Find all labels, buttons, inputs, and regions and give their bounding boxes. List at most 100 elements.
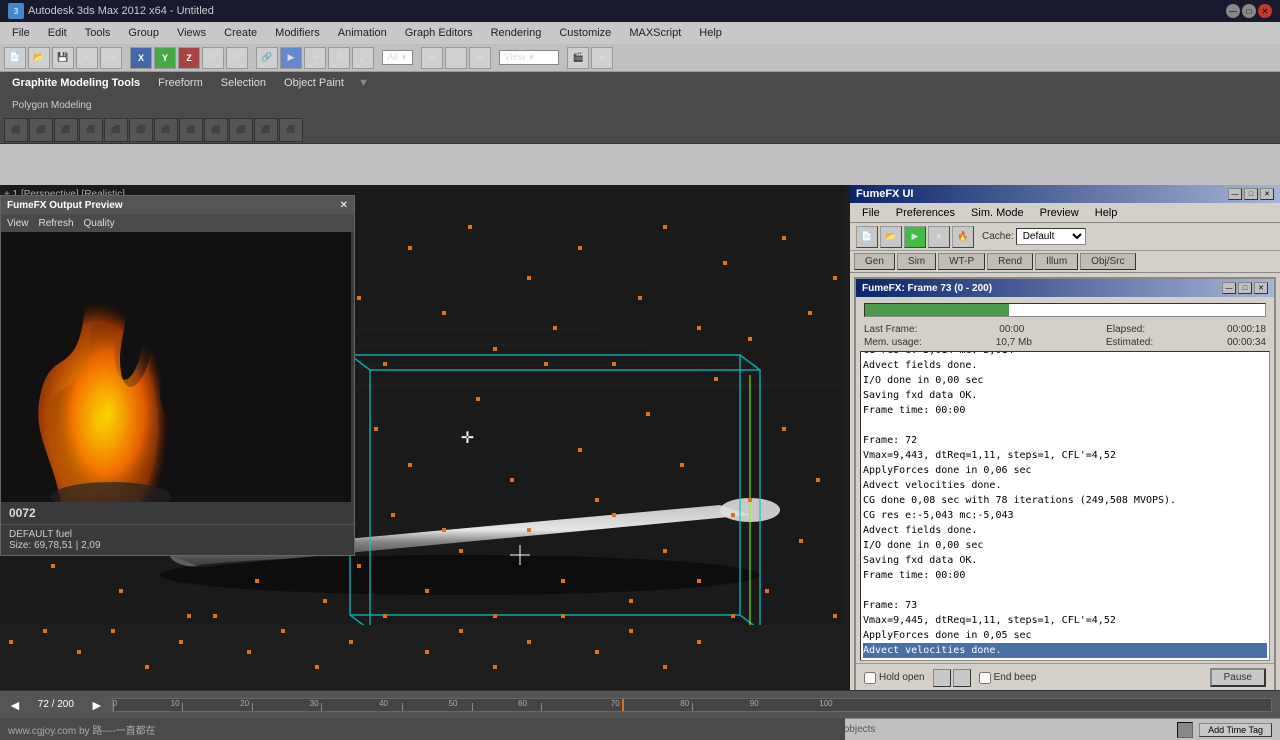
filter-dropdown[interactable]: All▼ — [382, 50, 413, 65]
tool-icon-2[interactable]: ⬛ — [29, 118, 53, 142]
menu-create[interactable]: Create — [216, 25, 265, 41]
tool-icon-12[interactable]: ⬛ — [279, 118, 303, 142]
tool-icon-3[interactable]: ⬛ — [54, 118, 78, 142]
fumefx-menu-file[interactable]: File — [854, 205, 888, 221]
render-btn[interactable]: 🎬 — [567, 47, 589, 69]
viewport-area[interactable]: + 1 [Perspective] [Realistic] — [0, 185, 850, 690]
frame-win-minimize[interactable]: — — [1222, 282, 1236, 294]
axis-xz[interactable]: XZ — [226, 47, 248, 69]
tool-icon-10[interactable]: ⬛ — [229, 118, 253, 142]
menu-rendering[interactable]: Rendering — [483, 25, 550, 41]
rotate-btn[interactable]: ↺ — [328, 47, 350, 69]
timeline-track[interactable]: 0 10 20 30 40 50 60 70 80 90 100 — [112, 698, 1272, 712]
menu-maxscript[interactable]: MAXScript — [621, 25, 689, 41]
mirror-btn[interactable]: ⫰ — [445, 47, 467, 69]
particle — [663, 225, 667, 229]
tool-icon-8[interactable]: ⬛ — [179, 118, 203, 142]
log-line: Advect velocities done. — [863, 478, 1267, 493]
end-beep-label[interactable]: End beep — [979, 672, 1037, 684]
fumefx-tb-new[interactable]: 📄 — [856, 226, 878, 248]
material-btn[interactable]: ◈ — [591, 47, 613, 69]
preview-menu-refresh[interactable]: Refresh — [39, 218, 74, 229]
menu-modifiers[interactable]: Modifiers — [267, 25, 328, 41]
menu-tools[interactable]: Tools — [77, 25, 119, 41]
tab-gen[interactable]: Gen — [854, 253, 895, 270]
redo-btn[interactable]: ↪ — [100, 47, 122, 69]
end-beep-checkbox[interactable] — [979, 672, 991, 684]
menu-graph-editors[interactable]: Graph Editors — [397, 25, 481, 41]
frame-win-maximize[interactable]: □ — [1238, 282, 1252, 294]
fumefx-menu-sim[interactable]: Sim. Mode — [963, 205, 1032, 221]
link-btn[interactable]: 🔗 — [256, 47, 278, 69]
particle — [425, 650, 429, 654]
hold-open-icons — [933, 669, 971, 687]
particle — [187, 614, 191, 618]
menu-animation[interactable]: Animation — [330, 25, 395, 41]
maximize-button[interactable]: □ — [1242, 4, 1256, 18]
hold-open-label[interactable]: Hold open — [864, 672, 925, 684]
minimize-button[interactable]: — — [1226, 4, 1240, 18]
fumefx-close[interactable]: ✕ — [1260, 188, 1274, 200]
tool-icon-5[interactable]: ⬛ — [104, 118, 128, 142]
log-area[interactable]: ApplyForces done in 0,05 secAdvect veloc… — [860, 351, 1270, 661]
tool-icon-6[interactable]: ⬛ — [129, 118, 153, 142]
timeline-prev-btn[interactable]: ◄ — [4, 697, 26, 713]
axis-y[interactable]: Y — [154, 47, 176, 69]
frame-win-close[interactable]: ✕ — [1254, 282, 1268, 294]
preview-menu-view[interactable]: View — [7, 218, 29, 229]
tab-objsrc[interactable]: Obj/Src — [1080, 253, 1135, 270]
tab-wtp[interactable]: WT-P — [938, 253, 985, 270]
save-btn[interactable]: 💾 — [52, 47, 74, 69]
menu-edit[interactable]: Edit — [40, 25, 75, 41]
fumefx-menu-help[interactable]: Help — [1087, 205, 1126, 221]
graphite-freeform[interactable]: Freeform — [150, 75, 211, 91]
preview-menu-quality[interactable]: Quality — [84, 218, 115, 229]
undo-btn[interactable]: ↩ — [76, 47, 98, 69]
timeline-next-btn[interactable]: ► — [86, 697, 108, 713]
tab-sim[interactable]: Sim — [897, 253, 936, 270]
new-btn[interactable]: 📄 — [4, 47, 26, 69]
fumefx-maximize[interactable]: □ — [1244, 188, 1258, 200]
fumefx-minimize[interactable]: — — [1228, 188, 1242, 200]
tool-icon-11[interactable]: ⬛ — [254, 118, 278, 142]
menu-help[interactable]: Help — [691, 25, 730, 41]
move-btn[interactable]: ✛ — [304, 47, 326, 69]
tab-illum[interactable]: Illum — [1035, 253, 1078, 270]
preview-close-btn[interactable]: ✕ — [340, 200, 348, 211]
menu-group[interactable]: Group — [120, 25, 167, 41]
fumefx-tb-open[interactable]: 📂 — [880, 226, 902, 248]
snap-btn[interactable]: ⊞ — [421, 47, 443, 69]
fumefx-menu-prefs[interactable]: Preferences — [888, 205, 963, 221]
fumefx-tb-play[interactable]: ▶ — [904, 226, 926, 248]
align-btn[interactable]: ⊟ — [469, 47, 491, 69]
cache-dropdown[interactable]: Default — [1016, 228, 1086, 245]
axis-z[interactable]: Z — [178, 47, 200, 69]
view-dropdown[interactable]: View▼ — [499, 50, 559, 65]
tool-icon-4[interactable]: ⬛ — [79, 118, 103, 142]
tool-icon-7[interactable]: ⬛ — [154, 118, 178, 142]
hold-open-checkbox[interactable] — [864, 672, 876, 684]
pause-button[interactable]: Pause — [1210, 668, 1266, 687]
menu-file[interactable]: File — [4, 25, 38, 41]
menu-views[interactable]: Views — [169, 25, 214, 41]
add-time-tag-btn[interactable]: Add Time Tag — [1199, 723, 1272, 737]
elapsed-label: Elapsed: — [1106, 324, 1145, 335]
tool-icon-1[interactable]: ⬛ — [4, 118, 28, 142]
fumefx-tb-stop[interactable]: ⏹ — [928, 226, 950, 248]
axis-xy[interactable]: XY — [202, 47, 224, 69]
scale-btn[interactable]: ⤢ — [352, 47, 374, 69]
axis-x[interactable]: X — [130, 47, 152, 69]
fumefx-menu-preview[interactable]: Preview — [1032, 205, 1087, 221]
close-button[interactable]: ✕ — [1258, 4, 1272, 18]
tab-rend[interactable]: Rend — [987, 253, 1033, 270]
fumefx-tb-render[interactable]: 🔥 — [952, 226, 974, 248]
graphite-selection[interactable]: Selection — [213, 75, 274, 91]
tool-icon-9[interactable]: ⬛ — [204, 118, 228, 142]
menu-customize[interactable]: Customize — [551, 25, 619, 41]
hold-icon-2[interactable] — [953, 669, 971, 687]
graphite-object-paint[interactable]: Object Paint — [276, 75, 352, 91]
mem-value: 10,7 Mb — [996, 337, 1032, 348]
select-btn[interactable]: ▶ — [280, 47, 302, 69]
hold-icon-1[interactable] — [933, 669, 951, 687]
open-btn[interactable]: 📂 — [28, 47, 50, 69]
